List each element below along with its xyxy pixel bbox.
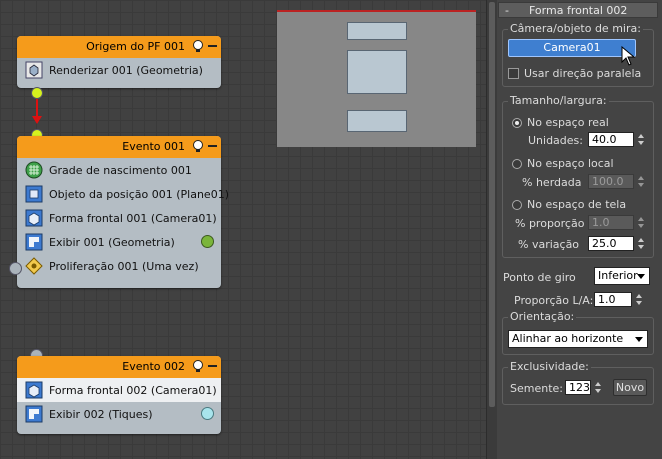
- shape-facing-icon: [25, 381, 43, 399]
- node-header[interactable]: Evento 001: [17, 136, 221, 158]
- particle-facing-shape: [347, 22, 407, 40]
- rollout-title: Forma frontal 002: [529, 4, 628, 17]
- collapse-icon[interactable]: -: [505, 4, 509, 17]
- display-icon: [25, 233, 43, 251]
- operator-position-object[interactable]: Objeto da posição 001 (Plane01): [17, 182, 229, 206]
- node-header[interactable]: Origem do PF 001: [17, 36, 221, 58]
- radio-label: No espaço local: [527, 157, 614, 170]
- node-header[interactable]: Evento 002: [17, 356, 221, 378]
- particle-facing-shape: [347, 110, 407, 132]
- orientation-dropdown[interactable]: Alinhar ao horizonte: [508, 330, 648, 348]
- real-space-radio[interactable]: [512, 118, 522, 128]
- new-seed-button[interactable]: Novo: [613, 379, 647, 396]
- lightbulb-icon[interactable]: [191, 139, 205, 153]
- parameters-panel: - Forma frontal 002 Câmera/objeto de mir…: [498, 0, 660, 459]
- minimize-icon[interactable]: [208, 45, 217, 47]
- particle-view-canvas[interactable]: Origem do PF 001 Renderizar 001 (Geometr…: [0, 0, 486, 459]
- node-title: Evento 001: [122, 140, 185, 153]
- pivot-value: Inferior: [598, 269, 638, 282]
- shape-facing-icon: [25, 209, 43, 227]
- display-icon: [25, 405, 43, 423]
- arrow-down-icon: [32, 116, 42, 124]
- test-output-socket[interactable]: [9, 262, 22, 275]
- proportion-spinner[interactable]: [637, 215, 646, 230]
- operator-display[interactable]: Exibir 002 (Tiques): [17, 402, 221, 426]
- size-group: Tamanho/largura: No espaço real Unidades…: [502, 94, 654, 258]
- node-title: Origem do PF 001: [86, 40, 185, 53]
- lightbulb-icon[interactable]: [191, 359, 205, 373]
- inherited-label: % herdada: [522, 176, 582, 189]
- display-color-swatch[interactable]: [201, 407, 214, 420]
- checkbox-label: Usar direção paralela: [524, 67, 642, 80]
- uniqueness-group: Exclusividade: Semente: 12345 Novo: [502, 360, 654, 405]
- variation-spinner[interactable]: [637, 236, 646, 251]
- particle-facing-shape: [347, 50, 407, 94]
- operator-label: Forma frontal 001 (Camera01): [49, 211, 217, 225]
- group-label: Tamanho/largura:: [508, 94, 609, 107]
- inherited-spinner[interactable]: [637, 174, 646, 189]
- orientation-group: Orientação: Alinhar ao horizonte: [502, 310, 654, 355]
- display-color-swatch[interactable]: [201, 235, 214, 248]
- orientation-value: Alinhar ao horizonte: [512, 332, 624, 345]
- mouse-cursor-icon: [621, 46, 636, 66]
- ratio-input[interactable]: 1.0: [594, 292, 632, 307]
- group-label: Câmera/objeto de mira:: [508, 22, 643, 35]
- parallel-direction-checkbox[interactable]: [508, 68, 519, 79]
- rollout-header[interactable]: - Forma frontal 002: [498, 2, 658, 18]
- screen-space-radio[interactable]: [512, 200, 522, 210]
- units-label: Unidades:: [528, 134, 583, 147]
- operator-label: Objeto da posição 001 (Plane01): [49, 187, 229, 201]
- proportion-input[interactable]: 1.0: [588, 215, 634, 230]
- seed-spinner[interactable]: [594, 380, 603, 395]
- group-label: Exclusividade:: [508, 360, 591, 373]
- operator-render[interactable]: Renderizar 001 (Geometria): [17, 58, 221, 82]
- operator-label: Exibir 002 (Tiques): [49, 407, 153, 421]
- node-event-002[interactable]: Evento 002 Forma frontal 002 (Camera01) …: [17, 356, 221, 434]
- inherited-input[interactable]: 100.0: [588, 174, 634, 189]
- radio-label: No espaço real: [527, 116, 609, 129]
- operator-label: Forma frontal 002 (Camera01): [49, 383, 217, 397]
- camera-group: Câmera/objeto de mira: Camera01 Usar dir…: [502, 22, 654, 87]
- output-socket[interactable]: [31, 87, 43, 99]
- node-pf-source[interactable]: Origem do PF 001 Renderizar 001 (Geometr…: [17, 36, 221, 88]
- viewport-preview[interactable]: [277, 10, 476, 147]
- radio-label: No espaço de tela: [527, 198, 627, 211]
- camera-pick-button[interactable]: Camera01: [508, 39, 636, 57]
- pivot-dropdown[interactable]: Inferior: [594, 267, 650, 285]
- operator-label: Proliferação 001 (Uma vez): [49, 259, 199, 273]
- operator-shape-facing-selected[interactable]: Forma frontal 002 (Camera01): [17, 378, 221, 402]
- operator-label: Renderizar 001 (Geometria): [49, 63, 203, 77]
- operator-shape-facing[interactable]: Forma frontal 001 (Camera01): [17, 206, 221, 230]
- spawn-icon: [25, 257, 43, 275]
- render-icon: [25, 61, 43, 79]
- minimize-icon[interactable]: [208, 365, 217, 367]
- chevron-down-icon: [637, 274, 645, 279]
- ratio-label: Proporção L/A:: [514, 294, 594, 307]
- seed-label: Semente:: [510, 382, 563, 395]
- local-space-radio[interactable]: [512, 159, 522, 169]
- birth-grid-icon: [25, 161, 43, 179]
- ratio-spinner[interactable]: [635, 292, 644, 307]
- variation-label: % variação: [518, 238, 580, 251]
- units-spinner[interactable]: [637, 132, 646, 147]
- variation-input[interactable]: 25.0: [588, 236, 634, 251]
- proportion-label: % proporção: [515, 217, 585, 230]
- operator-display[interactable]: Exibir 001 (Geometria): [17, 230, 221, 254]
- scrollbar-thumb[interactable]: [489, 2, 495, 407]
- units-input[interactable]: 40.0: [588, 132, 634, 147]
- operator-label: Grade de nascimento 001: [49, 163, 192, 177]
- chevron-down-icon: [635, 337, 643, 342]
- operator-label: Exibir 001 (Geometria): [49, 235, 175, 249]
- position-object-icon: [25, 185, 43, 203]
- pivot-label: Ponto de giro: [503, 271, 576, 284]
- seed-input[interactable]: 12345: [565, 380, 591, 395]
- operator-birth-grid[interactable]: Grade de nascimento 001: [17, 158, 221, 182]
- lightbulb-icon[interactable]: [191, 39, 205, 53]
- node-title: Evento 002: [122, 360, 185, 373]
- group-label: Orientação:: [508, 310, 577, 323]
- operator-spawn[interactable]: Proliferação 001 (Uma vez): [17, 254, 221, 278]
- node-event-001[interactable]: Evento 001 Grade de nascimento 001 Objet…: [17, 136, 229, 288]
- minimize-icon[interactable]: [208, 145, 217, 147]
